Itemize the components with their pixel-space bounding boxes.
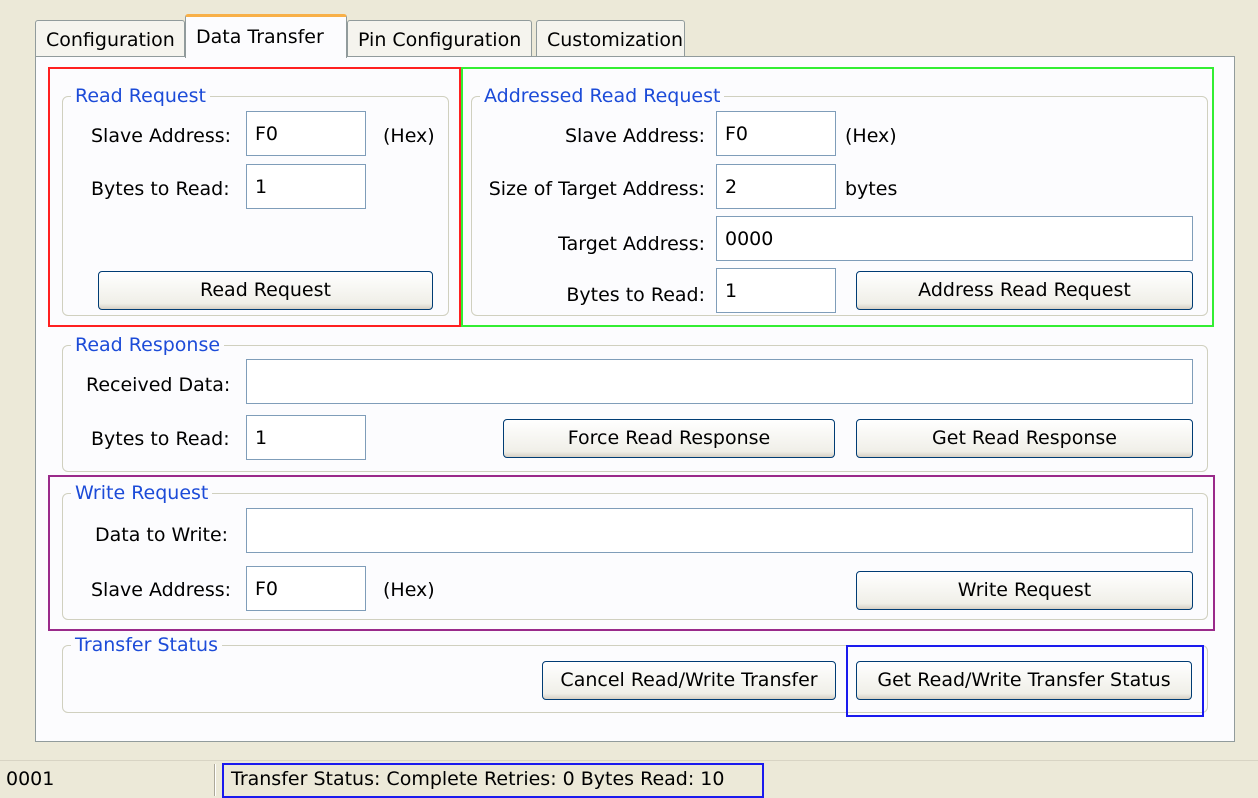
received-data-label: Received Data: [86, 374, 231, 396]
write-hex-label: (Hex) [383, 579, 435, 601]
addr-bytes-input[interactable] [716, 268, 836, 313]
status-bar-separator [214, 764, 216, 796]
write-request-legend: Write Request [71, 481, 213, 505]
status-bar: 0001 Transfer Status: Complete Retries: … [0, 760, 1258, 798]
addr-hex-label: (Hex) [845, 125, 897, 147]
read-request-button[interactable]: Read Request [98, 271, 433, 310]
addr-bytes-label: Bytes to Read: [566, 284, 705, 306]
received-data-input[interactable] [246, 359, 1193, 404]
read-bytes-label: Bytes to Read: [91, 178, 230, 200]
read-slave-address-label: Slave Address: [91, 125, 232, 147]
data-to-write-input[interactable] [246, 508, 1193, 553]
read-bytes-input[interactable] [246, 164, 366, 209]
addr-slave-address-label: Slave Address: [564, 125, 705, 147]
write-slave-address-label: Slave Address: [91, 579, 232, 601]
status-bar-message: Transfer Status: Complete Retries: 0 Byt… [231, 768, 725, 790]
target-size-input[interactable] [716, 164, 836, 209]
target-address-label: Target Address: [558, 233, 705, 255]
response-bytes-label: Bytes to Read: [91, 428, 230, 450]
force-read-response-button[interactable]: Force Read Response [503, 419, 835, 458]
response-bytes-input[interactable] [246, 415, 366, 460]
data-to-write-label: Data to Write: [95, 524, 229, 546]
read-slave-address-input[interactable] [246, 111, 366, 156]
transfer-status-legend: Transfer Status [71, 633, 222, 657]
read-response-legend: Read Response [71, 333, 225, 357]
target-address-input[interactable] [716, 216, 1193, 261]
write-slave-address-input[interactable] [246, 566, 366, 611]
write-request-button[interactable]: Write Request [856, 571, 1193, 610]
address-read-request-button[interactable]: Address Read Request [856, 271, 1193, 310]
addressed-read-request-legend: Addressed Read Request [480, 84, 725, 108]
get-read-response-button[interactable]: Get Read Response [856, 419, 1193, 458]
read-hex-label: (Hex) [383, 125, 435, 147]
tab-data-transfer[interactable]: Data Transfer [185, 14, 347, 58]
bytes-unit-label: bytes [845, 178, 898, 200]
tab-customization[interactable]: Customization [536, 20, 685, 58]
target-size-label: Size of Target Address: [488, 178, 705, 200]
cancel-transfer-button[interactable]: Cancel Read/Write Transfer [542, 661, 836, 700]
tab-configuration[interactable]: Configuration [35, 20, 185, 58]
tab-pin-configuration[interactable]: Pin Configuration [347, 20, 532, 58]
status-bar-code: 0001 [6, 768, 55, 790]
get-transfer-status-button[interactable]: Get Read/Write Transfer Status [856, 661, 1192, 700]
read-request-legend: Read Request [71, 84, 210, 108]
addr-slave-address-input[interactable] [716, 111, 836, 156]
